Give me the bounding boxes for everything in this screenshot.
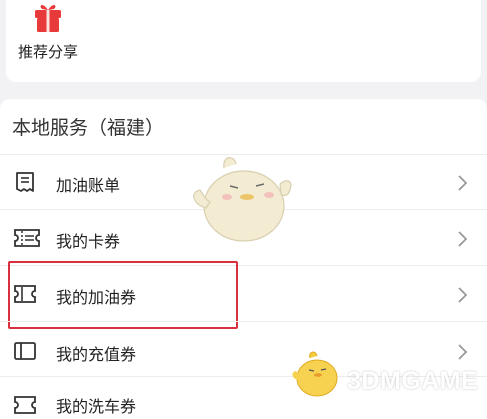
- section-title: 本地服务（福建）: [12, 117, 165, 139]
- share-label[interactable]: 推荐分享: [18, 41, 78, 62]
- mascot-chick-icon: [193, 157, 292, 242]
- menu-row-label: 我的充值券: [56, 345, 137, 364]
- watermark-text: 3DMGAME: [347, 367, 479, 395]
- watermark-mascot-icon: [292, 351, 338, 397]
- ticket-icon: [14, 229, 40, 247]
- card-icon: [14, 342, 36, 360]
- highlight-box: [8, 261, 238, 329]
- coupon-icon: [14, 396, 36, 414]
- divider: [0, 321, 487, 322]
- chevron-right-icon: [458, 287, 468, 303]
- receipt-icon: [16, 172, 34, 192]
- chevron-right-icon: [458, 175, 468, 191]
- menu-row-label: 我的卡券: [56, 232, 121, 251]
- chevron-right-icon: [458, 344, 468, 360]
- gift-icon[interactable]: [30, 0, 66, 34]
- chevron-right-icon: [458, 231, 468, 247]
- menu-row-label: 我的洗车券: [56, 397, 137, 416]
- menu-row-label: 加油账单: [56, 176, 121, 195]
